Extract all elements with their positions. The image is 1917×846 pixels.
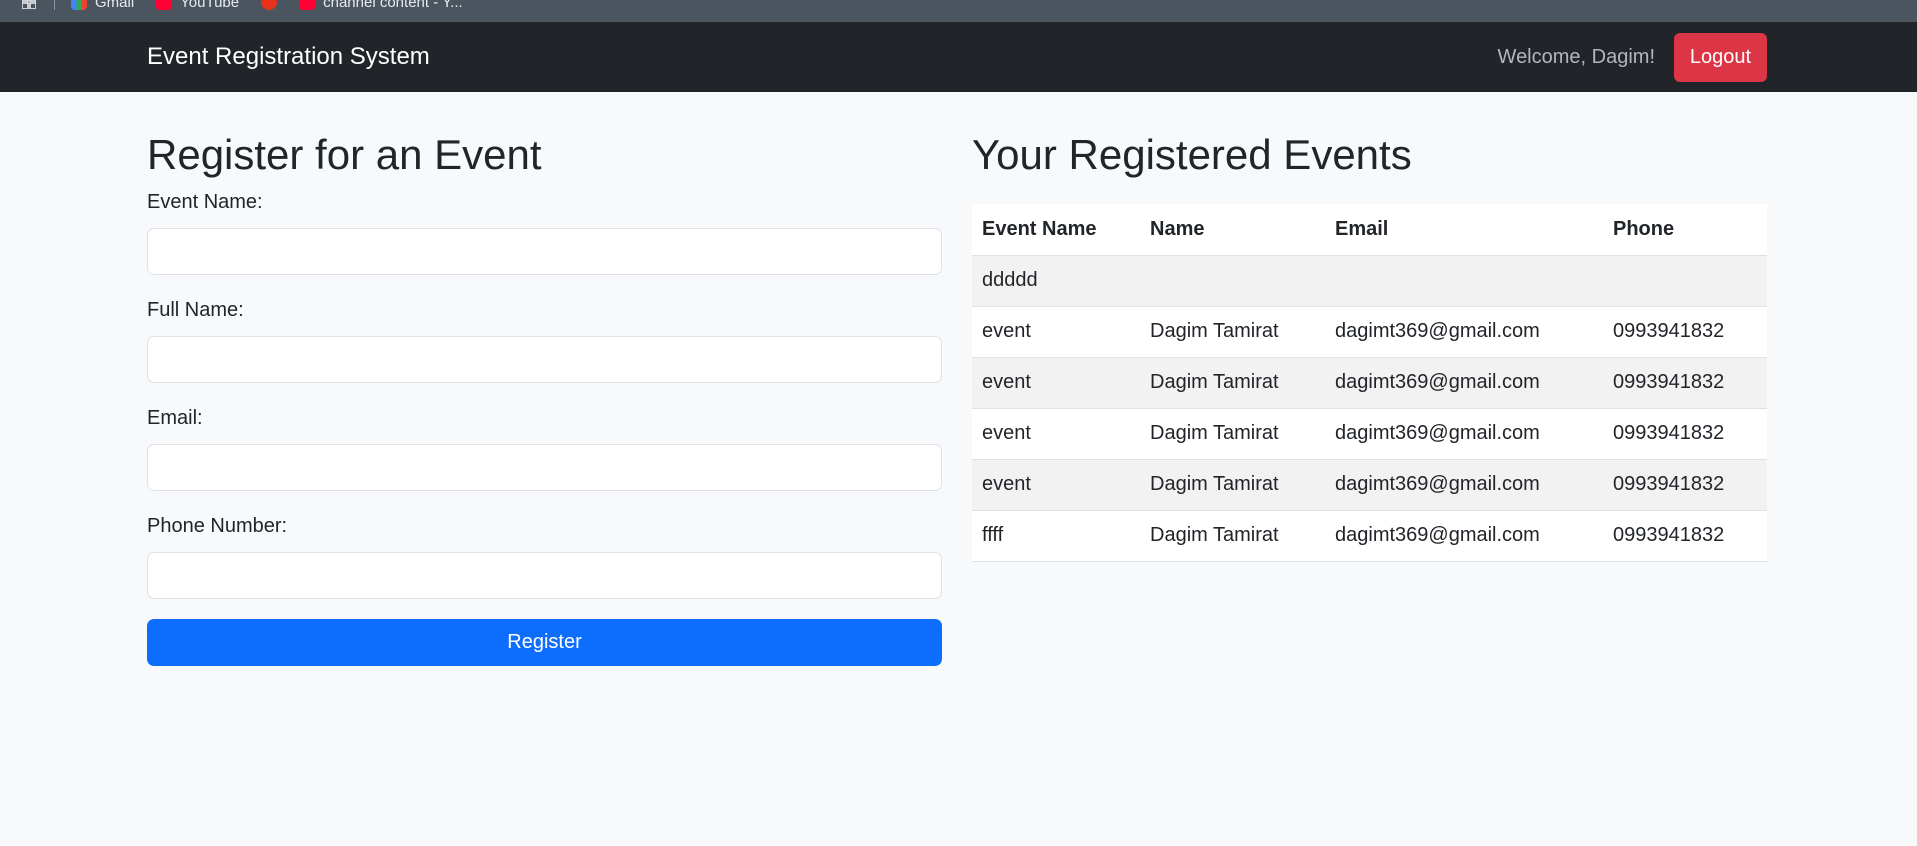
cell-name: Dagim Tamirat [1140, 306, 1325, 358]
phone-label: Phone Number: [147, 515, 288, 537]
bookmark-channel-content[interactable]: channel content - Y... [299, 0, 463, 11]
column-header-phone: Phone [1603, 204, 1767, 256]
youtube-icon [156, 0, 173, 10]
cell-name [1140, 255, 1325, 307]
cell-email: dagimt369@gmail.com [1325, 357, 1603, 409]
cell-email: dagimt369@gmail.com [1325, 306, 1603, 358]
logout-button[interactable]: Logout [1674, 33, 1767, 82]
cell-event-name: ffff [972, 510, 1140, 562]
table-row: event Dagim Tamirat dagimt369@gmail.com … [972, 306, 1767, 358]
cell-email: dagimt369@gmail.com [1325, 510, 1603, 562]
table-row: event Dagim Tamirat dagimt369@gmail.com … [972, 357, 1767, 409]
cell-email [1325, 255, 1603, 307]
table-row: event Dagim Tamirat dagimt369@gmail.com … [972, 459, 1767, 511]
bookmark-p[interactable] [261, 0, 278, 10]
phone-input[interactable] [147, 552, 942, 599]
cell-phone: 0993941832 [1603, 357, 1767, 409]
bookmark-youtube[interactable]: YouTube [156, 0, 239, 11]
phone-field: Phone Number: [147, 513, 942, 599]
cell-name: Dagim Tamirat [1140, 357, 1325, 409]
youtube-icon [299, 0, 316, 10]
apps-grid-icon[interactable] [18, 0, 40, 13]
cell-event-name: event [972, 306, 1140, 358]
bookmark-label: YouTube [180, 0, 240, 11]
cell-email: dagimt369@gmail.com [1325, 408, 1603, 460]
column-header-event-name: Event Name [972, 204, 1140, 256]
cell-name: Dagim Tamirat [1140, 459, 1325, 511]
column-header-email: Email [1325, 204, 1603, 256]
cell-name: Dagim Tamirat [1140, 408, 1325, 460]
cell-email: dagimt369@gmail.com [1325, 459, 1603, 511]
bookmark-gmail[interactable]: Gmail [71, 0, 134, 11]
email-field: Email: [147, 405, 942, 491]
table-header-row: Event Name Name Email Phone [972, 204, 1767, 256]
gmail-icon [71, 0, 87, 10]
cell-event-name: event [972, 459, 1140, 511]
event-name-field: Event Name: [147, 189, 942, 275]
register-button[interactable]: Register [147, 619, 942, 666]
cell-phone [1603, 255, 1767, 307]
email-label: Email: [147, 407, 203, 429]
welcome-text: Welcome, Dagim! [1497, 46, 1655, 68]
table-row: ffff Dagim Tamirat dagimt369@gmail.com 0… [972, 510, 1767, 562]
events-title: Your Registered Events [972, 131, 1412, 178]
event-name-label: Event Name: [147, 191, 263, 213]
cell-phone: 0993941832 [1603, 306, 1767, 358]
brand-link[interactable]: Event Registration System [147, 22, 430, 92]
registration-form: Register for an Event Event Name: Full N… [147, 130, 942, 666]
cell-event-name: ddddd [972, 255, 1140, 307]
cell-phone: 0993941832 [1603, 408, 1767, 460]
bookmarks-divider [54, 0, 55, 10]
cell-phone: 0993941832 [1603, 510, 1767, 562]
cell-event-name: event [972, 357, 1140, 409]
registered-events: Your Registered Events Event Name Name E… [972, 130, 1767, 562]
bookmark-label: Gmail [95, 0, 135, 11]
email-input[interactable] [147, 444, 942, 491]
table-row: event Dagim Tamirat dagimt369@gmail.com … [972, 408, 1767, 460]
form-title: Register for an Event [147, 131, 542, 178]
bookmarks-bar: Gmail YouTube channel content - Y... [0, 0, 1917, 22]
full-name-field: Full Name: [147, 297, 942, 383]
table-row: ddddd [972, 255, 1767, 307]
event-name-input[interactable] [147, 228, 942, 275]
navbar: Event Registration System Welcome, Dagim… [0, 22, 1917, 92]
p-icon [261, 0, 278, 10]
events-table: Event Name Name Email Phone ddddd event … [972, 204, 1767, 562]
cell-event-name: event [972, 408, 1140, 460]
column-header-name: Name [1140, 204, 1325, 256]
full-name-input[interactable] [147, 336, 942, 383]
full-name-label: Full Name: [147, 299, 244, 321]
bookmark-label: channel content - Y... [323, 0, 463, 11]
cell-name: Dagim Tamirat [1140, 510, 1325, 562]
cell-phone: 0993941832 [1603, 459, 1767, 511]
